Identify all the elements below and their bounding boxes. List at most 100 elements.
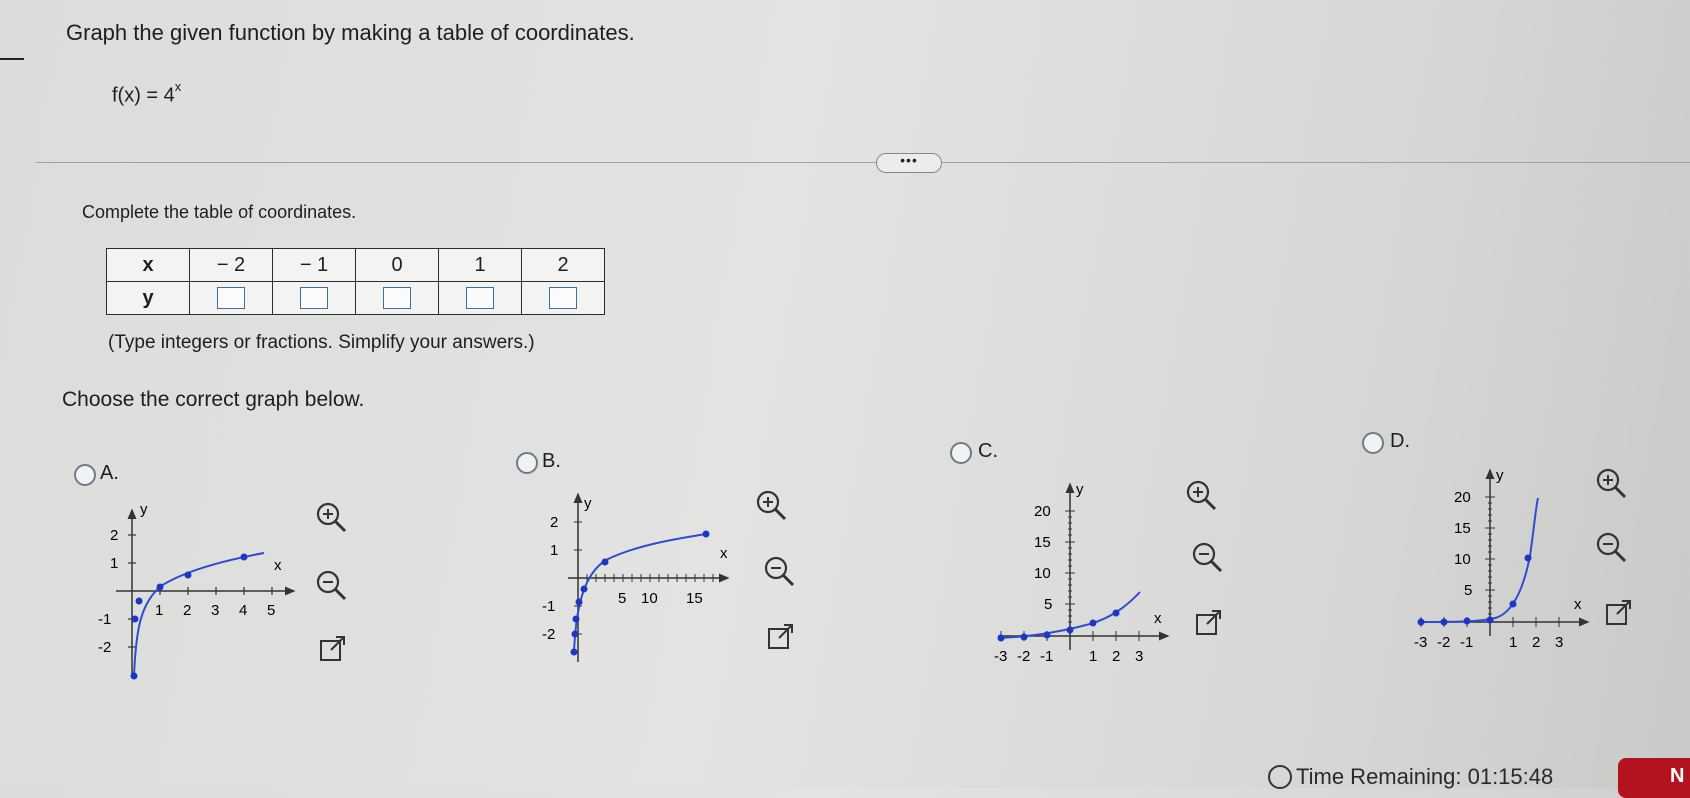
y-tick-label: 20 [1034, 503, 1051, 520]
y-answer-input[interactable] [466, 287, 494, 310]
x-axis-label: x [1574, 596, 1582, 613]
function-expression: f(x) = 4x [112, 79, 182, 108]
left-edge-mark [0, 58, 24, 60]
curve-point [1440, 618, 1448, 626]
x-tick-label: 2 [1532, 634, 1540, 651]
section-divider [36, 162, 1690, 163]
curve-point [702, 530, 710, 538]
option-b-radio[interactable] [516, 452, 538, 474]
y-tick-label: 1 [110, 555, 118, 572]
x-tick-label: 10 [641, 590, 658, 607]
option-b-label: B. [542, 450, 561, 472]
zoom-in-icon[interactable] [1594, 466, 1630, 502]
y-row: y [106, 281, 605, 315]
y-tick-label: -1 [98, 611, 111, 628]
zoom-out-icon[interactable] [314, 568, 350, 604]
option-a-label: A. [100, 462, 119, 484]
coordinates-table: x − 2 − 1 0 1 2 y [106, 248, 605, 315]
x-value-cell: 1 [438, 248, 522, 282]
time-remaining: Time Remaining: 01:15:48 [1296, 764, 1553, 790]
clock-icon [1268, 765, 1292, 789]
curve-point [1089, 619, 1097, 627]
curve-point [575, 598, 583, 606]
option-a-radio[interactable] [74, 464, 96, 486]
popout-icon[interactable] [1194, 608, 1224, 638]
y-tick-label: 15 [1454, 520, 1471, 537]
answer-format-hint: (Type integers or fractions. Simplify yo… [108, 332, 535, 353]
x-tick-label: 5 [618, 590, 626, 607]
zoom-in-icon[interactable] [1184, 478, 1220, 514]
x-tick-label: -2 [1017, 648, 1030, 665]
curve-point [1417, 618, 1425, 626]
y-answer-input[interactable] [300, 287, 328, 310]
option-c-label: C. [978, 440, 998, 462]
y-header: y [106, 281, 190, 315]
function-base: f(x) = 4 [112, 84, 175, 107]
y-tick-label: 2 [550, 514, 558, 531]
curve-point [184, 571, 192, 579]
zoom-in-icon[interactable] [314, 500, 350, 536]
y-answer-input[interactable] [549, 287, 577, 310]
graph-instruction: Choose the correct graph below. [62, 388, 365, 411]
curve [1417, 497, 1539, 623]
curve-point [1066, 626, 1074, 634]
popout-icon[interactable] [766, 622, 796, 652]
y-axis-label: y [1076, 481, 1084, 498]
curve-point [1020, 633, 1028, 641]
y-input-cell [189, 281, 273, 315]
curve-point [997, 634, 1005, 642]
timer-label: Time Remaining: [1296, 764, 1462, 789]
zoom-in-icon[interactable] [754, 488, 790, 524]
curve-point [135, 597, 143, 605]
y-tick-label: 15 [1034, 534, 1051, 551]
x-row: x − 2 − 1 0 1 2 [106, 248, 605, 282]
x-axis-label: x [274, 557, 282, 574]
x-tick-label: 4 [239, 602, 247, 619]
x-tick-label: -3 [994, 648, 1007, 665]
y-tick-label: 2 [110, 527, 118, 544]
x-tick-label: 3 [1135, 648, 1143, 665]
y-tick-label: -1 [542, 598, 555, 615]
graph-b: y x 2 1 -1 -2 5 10 15 [542, 492, 730, 662]
zoom-out-icon[interactable] [1594, 530, 1630, 566]
y-tick-label: 5 [1464, 582, 1472, 599]
y-answer-input[interactable] [217, 287, 245, 310]
curve-point [580, 585, 588, 593]
question-prompt: Graph the given function by making a tab… [66, 20, 635, 45]
popout-icon[interactable] [1604, 598, 1634, 628]
function-exponent: x [174, 79, 182, 94]
zoom-out-icon[interactable] [1190, 540, 1226, 576]
popout-icon[interactable] [318, 634, 348, 664]
curve-point [156, 583, 164, 591]
curve-point [1463, 617, 1471, 625]
y-tick-label: -2 [98, 639, 111, 656]
x-tick-label: 3 [211, 602, 219, 619]
x-tick-label: 1 [1089, 648, 1097, 665]
graph-a: y x 2 1 -1 -2 1 2 3 4 5 [98, 501, 296, 680]
y-input-cell [355, 281, 439, 315]
curve-point [572, 615, 580, 623]
x-value-cell: − 2 [189, 248, 273, 282]
x-tick-label: 2 [183, 602, 191, 619]
x-tick-label: 1 [155, 602, 163, 619]
timer-value: 01:15:48 [1467, 764, 1554, 789]
option-d-radio[interactable] [1362, 432, 1384, 454]
y-axis-label: y [1496, 467, 1504, 484]
curve-point [130, 672, 138, 680]
x-value-cell: 2 [521, 248, 605, 282]
curve-point [1112, 609, 1120, 617]
option-c-radio[interactable] [950, 442, 972, 464]
table-instruction: Complete the table of coordinates. [82, 202, 357, 222]
expand-more-button[interactable]: ••• [876, 153, 942, 173]
y-axis-label: y [584, 495, 592, 512]
y-tick-label: 20 [1454, 489, 1471, 506]
x-tick-label: -2 [1437, 634, 1450, 651]
curve-point [571, 630, 579, 638]
x-axis-label: x [720, 545, 728, 562]
y-input-cell [272, 281, 356, 315]
zoom-out-icon[interactable] [762, 554, 798, 590]
curve-point [1043, 631, 1051, 639]
y-answer-input[interactable] [383, 287, 411, 310]
curve-point [240, 553, 248, 561]
next-button[interactable]: N [1618, 758, 1690, 798]
